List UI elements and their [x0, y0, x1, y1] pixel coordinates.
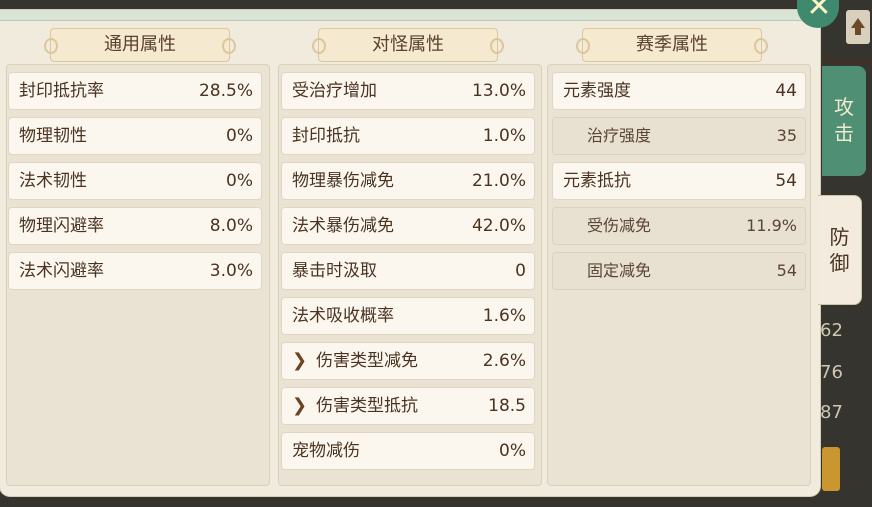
- list-item: 物理闪避率 8.0%: [8, 207, 262, 245]
- close-icon: ✕: [806, 0, 832, 24]
- attr-value: 35: [776, 126, 797, 145]
- list-item: 封印抵抗率 28.5%: [8, 72, 262, 110]
- attr-value: 0: [515, 261, 526, 281]
- tab-attack-label: 攻击: [834, 95, 854, 145]
- attr-label: 封印抵抗: [292, 126, 360, 146]
- scroll-top-button[interactable]: [846, 10, 870, 44]
- attr-label: 法术吸收概率: [292, 306, 394, 326]
- attr-label: 法术闪避率: [19, 261, 104, 281]
- panel-top-band: [0, 10, 820, 21]
- background-divider: [822, 60, 872, 62]
- attr-value: 1.0%: [482, 126, 526, 146]
- attr-label: 伤害类型抵抗: [316, 396, 418, 416]
- list-item: 宠物减伤 0%: [281, 432, 535, 470]
- attr-value: 13.0%: [471, 81, 526, 101]
- list-item: 法术韧性 0%: [8, 162, 262, 200]
- background-gold-button[interactable]: [822, 447, 840, 491]
- attr-value: 0%: [226, 126, 253, 146]
- attr-value: 18.5: [488, 396, 526, 416]
- attr-value: 2.6%: [482, 351, 526, 371]
- list-item: 暴击时汲取 0: [281, 252, 535, 290]
- attr-label: 物理韧性: [19, 126, 87, 146]
- attr-value: 54: [775, 171, 797, 191]
- damage-type-reduction-expander[interactable]: ❯ 伤害类型减免 2.6%: [281, 342, 535, 380]
- attr-label: 受治疗增加: [292, 81, 377, 101]
- attr-value: 0%: [226, 171, 253, 191]
- attr-label: 物理闪避率: [19, 216, 104, 236]
- list-item: 物理暴伤减免 21.0%: [281, 162, 535, 200]
- attr-label: 封印抵抗率: [19, 81, 104, 101]
- list-item: 元素抵抗 54: [552, 162, 806, 200]
- attr-label: 暴击时汲取: [292, 261, 377, 281]
- attr-value: 11.9%: [746, 216, 797, 235]
- list-item: 法术吸收概率 1.6%: [281, 297, 535, 335]
- attr-label: 固定减免: [587, 261, 652, 280]
- attr-label: 治疗强度: [587, 126, 652, 145]
- damage-type-resistance-expander[interactable]: ❯ 伤害类型抵抗 18.5: [281, 387, 535, 425]
- list-item: 受伤减免 11.9%: [552, 207, 806, 245]
- chevron-right-icon: ❯: [292, 350, 308, 371]
- chevron-right-icon: ❯: [292, 395, 308, 416]
- tab-defense[interactable]: 防御: [818, 195, 862, 305]
- attr-value: 42.0%: [471, 216, 526, 236]
- list-item: 治疗强度 35: [552, 117, 806, 155]
- attr-value: 28.5%: [198, 81, 253, 101]
- attr-value: 3.0%: [209, 261, 253, 281]
- season-attributes-header: 赛季属性: [576, 28, 768, 62]
- background-number: 76: [820, 362, 843, 383]
- list-item: 固定减免 54: [552, 252, 806, 290]
- attr-value: 54: [776, 261, 797, 280]
- attr-value: 44: [775, 81, 797, 101]
- list-item: 法术闪避率 3.0%: [8, 252, 262, 290]
- monster-attributes-header: 对怪属性: [312, 28, 504, 62]
- background-number: 62: [820, 320, 843, 341]
- tab-attack[interactable]: 攻击: [822, 66, 866, 176]
- attr-label: 元素强度: [563, 81, 631, 101]
- list-item: 封印抵抗 1.0%: [281, 117, 535, 155]
- attr-value: 21.0%: [471, 171, 526, 191]
- attr-value: 0%: [499, 441, 526, 461]
- attr-label: 元素抵抗: [563, 171, 631, 191]
- attr-label: 物理暴伤减免: [292, 171, 394, 191]
- list-item: 受治疗增加 13.0%: [281, 72, 535, 110]
- list-item: 法术暴伤减免 42.0%: [281, 207, 535, 245]
- background-number: 87: [820, 402, 843, 423]
- general-attributes-header: 通用属性: [44, 28, 236, 62]
- attr-value: 8.0%: [209, 216, 253, 236]
- list-item: 物理韧性 0%: [8, 117, 262, 155]
- attr-label: 宠物减伤: [292, 441, 360, 461]
- attr-value: 1.6%: [482, 306, 526, 326]
- attr-label: 法术韧性: [19, 171, 87, 191]
- tab-defense-label: 防御: [829, 225, 850, 275]
- attr-label: 伤害类型减免: [316, 351, 418, 371]
- list-item: 元素强度 44: [552, 72, 806, 110]
- attr-label: 法术暴伤减免: [292, 216, 394, 236]
- attr-label: 受伤减免: [587, 216, 652, 235]
